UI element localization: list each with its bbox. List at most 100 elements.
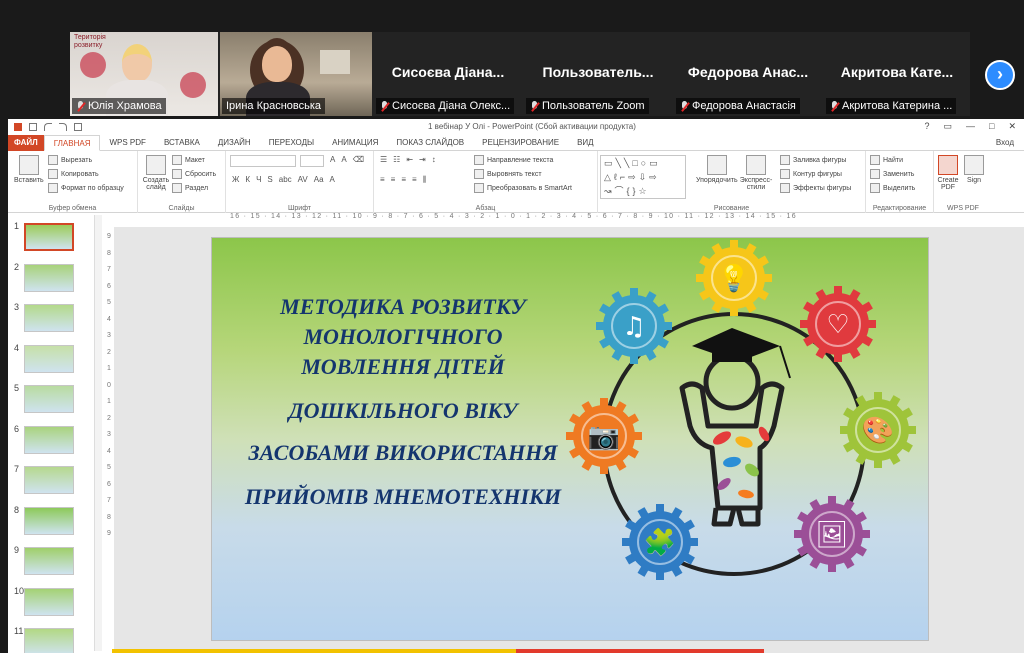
- maximize-button[interactable]: □: [989, 121, 994, 132]
- participant-name: Сисоєва Діана Олекс...: [392, 100, 511, 112]
- justify-icon[interactable]: ≡: [412, 175, 417, 185]
- paste-button[interactable]: Вставить: [14, 155, 44, 184]
- sign-button[interactable]: Sign: [964, 155, 984, 184]
- arrange-button[interactable]: Упорядочить: [696, 155, 738, 184]
- quick-styles-button[interactable]: Экспресс-стили: [738, 155, 774, 191]
- layout-label: Макет: [185, 156, 205, 164]
- tab-insert[interactable]: ВСТАВКА: [155, 135, 209, 151]
- section-button[interactable]: Раздел: [172, 183, 208, 193]
- participant-name: Ірина Красновська: [226, 100, 322, 112]
- tab-design[interactable]: ДИЗАЙН: [209, 135, 260, 151]
- numbering-icon[interactable]: ☷: [393, 155, 400, 164]
- shapes-gallery[interactable]: ▭╲╲□○▭ △ℓ⌐⇨⇩⇨ ↝⌒{}☆: [600, 155, 686, 199]
- tab-view[interactable]: ВИД: [568, 135, 603, 151]
- redo-icon[interactable]: [59, 123, 67, 131]
- camera-icon: 📷: [566, 398, 642, 474]
- tab-file[interactable]: ФАЙЛ: [8, 134, 44, 151]
- outdent-icon[interactable]: ⇥: [419, 155, 426, 164]
- shrink-font-button[interactable]: A: [341, 155, 346, 164]
- change-case-button[interactable]: Aa: [314, 175, 324, 184]
- sign-in-link[interactable]: Вход: [996, 138, 1014, 147]
- slide-thumbnail[interactable]: 6: [8, 424, 90, 460]
- bold-button[interactable]: Ж: [232, 175, 239, 184]
- slide-thumbnail[interactable]: 10: [8, 586, 90, 622]
- arrange-label: Упорядочить: [696, 177, 738, 184]
- line-spacing-icon[interactable]: ↕: [432, 155, 436, 164]
- slide-thumbnail[interactable]: 3: [8, 302, 90, 338]
- participant-tile-3[interactable]: Сисоєва Діана... Сисоєва Діана Олекс...: [374, 32, 522, 116]
- slide-thumbnail[interactable]: 7: [8, 464, 90, 500]
- current-slide[interactable]: МЕТОДИКА РОЗВИТКУ МОНОЛОГІЧНОГО МОВЛЕННЯ…: [211, 237, 929, 641]
- mnemonics-illustration: 💡 ♡ 🎨 🖼 🧩 📷 ♫: [566, 240, 916, 580]
- tab-animations[interactable]: АНИМАЦИЯ: [323, 135, 387, 151]
- participant-tile-6[interactable]: Акритова Кате... Акритова Катерина ...: [824, 32, 970, 116]
- participant-name-bar: Акритова Катерина ...: [826, 98, 957, 114]
- clear-format-button[interactable]: ⌫: [353, 155, 364, 164]
- format-painter-button[interactable]: Формат по образцу: [48, 183, 124, 193]
- minimize-button[interactable]: —: [966, 121, 975, 132]
- thumbnail-scrollbar[interactable]: [94, 215, 102, 651]
- slide-thumbnail[interactable]: 2: [8, 262, 90, 298]
- slide-thumbnail[interactable]: 4: [8, 343, 90, 379]
- replace-button[interactable]: Заменить: [870, 169, 914, 179]
- reset-button[interactable]: Сбросить: [172, 169, 216, 179]
- section-label: Раздел: [185, 184, 209, 192]
- font-color-button[interactable]: A: [330, 175, 335, 184]
- spacing-button[interactable]: AV: [298, 175, 308, 184]
- participant-tile-4[interactable]: Пользователь... Пользователь Zoom: [524, 32, 672, 116]
- underline-button[interactable]: Ч: [256, 175, 261, 184]
- undo-icon[interactable]: [44, 123, 52, 131]
- align-center-icon[interactable]: ≡: [391, 175, 396, 185]
- tab-home[interactable]: ГЛАВНАЯ: [43, 134, 101, 151]
- align-left-icon[interactable]: ≡: [380, 175, 385, 185]
- tab-transitions[interactable]: ПЕРЕХОДЫ: [260, 135, 323, 151]
- bullets-icon[interactable]: ☰: [380, 155, 387, 164]
- copy-button[interactable]: Копировать: [48, 169, 99, 179]
- shape-fill-button[interactable]: Заливка фигуры: [780, 155, 846, 165]
- slide-thumbnail[interactable]: 8: [8, 505, 90, 541]
- cut-button[interactable]: Вырезать: [48, 155, 92, 165]
- participant-video-2[interactable]: Ірина Красновська: [220, 32, 372, 116]
- strikethrough-button[interactable]: abc: [279, 175, 292, 184]
- find-button[interactable]: Найти: [870, 155, 903, 165]
- columns-icon[interactable]: ⫼: [423, 175, 427, 185]
- grow-font-button[interactable]: A: [330, 155, 335, 164]
- align-right-icon[interactable]: ≡: [401, 175, 406, 185]
- help-button[interactable]: ?: [924, 121, 929, 132]
- italic-button[interactable]: К: [245, 175, 250, 184]
- font-family-select[interactable]: [230, 155, 296, 167]
- wall-sign: Територія розвитку: [74, 34, 106, 49]
- slides-group: Создать слайд Макет Сбросить Раздел Слай…: [138, 151, 226, 213]
- font-size-select[interactable]: [300, 155, 324, 167]
- slide-thumbnail[interactable]: 1: [8, 221, 90, 257]
- slide-thumbnail[interactable]: 11: [8, 626, 90, 653]
- tab-review[interactable]: РЕЦЕНЗИРОВАНИЕ: [473, 135, 568, 151]
- replace-label: Заменить: [883, 170, 915, 178]
- tab-slideshow[interactable]: ПОКАЗ СЛАЙДОВ: [387, 135, 473, 151]
- align-text-button[interactable]: Выровнять текст: [474, 169, 542, 179]
- close-button[interactable]: ✕: [1008, 121, 1016, 132]
- indent-icon[interactable]: ⇤: [406, 155, 413, 164]
- slide-thumbnail[interactable]: 9: [8, 545, 90, 581]
- participant-name-bar: Юлія Храмова: [72, 98, 166, 114]
- participant-video-1[interactable]: Територія розвитку Юлія Храмова: [70, 32, 218, 116]
- slideshow-icon[interactable]: [74, 123, 82, 131]
- new-slide-button[interactable]: Создать слайд: [142, 155, 170, 191]
- save-icon[interactable]: [29, 123, 37, 131]
- smartart-button[interactable]: Преобразовать в SmartArt: [474, 183, 572, 193]
- shape-effects-button[interactable]: Эффекты фигуры: [780, 183, 851, 193]
- ribbon-display-button[interactable]: ▭: [944, 121, 953, 132]
- slide-thumbnail-pane: 1 2 3 4 5 6 7 8 9 10 11: [8, 217, 90, 653]
- ruler-tick: 1: [107, 365, 111, 372]
- create-pdf-button[interactable]: Create PDF: [936, 155, 960, 191]
- font-group: A A ⌫ Ж К Ч S abc AV Aa A Шрифт: [226, 151, 374, 213]
- shape-outline-button[interactable]: Контур фигуры: [780, 169, 842, 179]
- shadow-button[interactable]: S: [267, 175, 272, 184]
- layout-button[interactable]: Макет: [172, 155, 205, 165]
- next-page-button[interactable]: ›: [985, 60, 1015, 90]
- participant-tile-5[interactable]: Федорова Анас... Федорова Анастасія: [674, 32, 822, 116]
- tab-wps-pdf[interactable]: WPS PDF: [100, 135, 154, 151]
- slide-thumbnail[interactable]: 5: [8, 383, 90, 419]
- select-button[interactable]: Выделить: [870, 183, 915, 193]
- text-direction-button[interactable]: Направление текста: [474, 155, 553, 165]
